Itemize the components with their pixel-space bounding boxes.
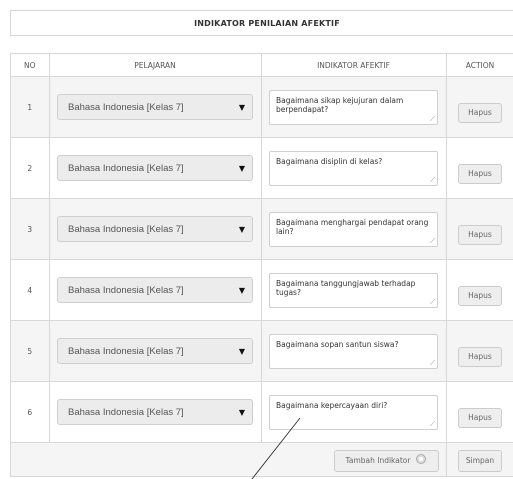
indikator-textarea[interactable]: Bagaimana sopan santun siswa? ⟋ (269, 333, 438, 369)
column-header-indikator: INDIKATOR AFEKTIF (261, 54, 447, 77)
resize-grip-icon[interactable]: ⟋ (430, 176, 435, 184)
pelajaran-cell: Bahasa Indonesia [Kelas 7] ▼ (49, 381, 262, 443)
pelajaran-select-value: Bahasa Indonesia [Kelas 7] (68, 284, 184, 296)
indikator-text: Bagaimana disiplin di kelas? (276, 156, 383, 166)
triangle-down-icon: ▼ (238, 285, 245, 295)
indikator-textarea[interactable]: Bagaimana sikap kejujuran dalam berpenda… (269, 89, 438, 125)
footer-cell: Tambah Indikator (11, 442, 447, 477)
table-row: 1 Bahasa Indonesia [Kelas 7] ▼ Bagaimana… (11, 76, 513, 138)
indikator-cell: Bagaimana tanggungjawab terhadap tugas? … (261, 259, 447, 321)
triangle-down-icon: ▼ (238, 163, 245, 173)
indikator-text: Bagaimana sopan santun siswa? (276, 339, 399, 349)
resize-grip-icon[interactable]: ⟋ (430, 237, 435, 245)
indikator-cell: Bagaimana disiplin di kelas? ⟋ (261, 137, 447, 199)
resize-grip-icon[interactable]: ⟋ (430, 359, 435, 367)
hapus-button[interactable]: Hapus (458, 224, 502, 245)
pelajaran-select-value: Bahasa Indonesia [Kelas 7] (68, 406, 184, 418)
action-cell: Hapus (446, 259, 513, 321)
plus-circle-icon (416, 453, 427, 464)
triangle-down-icon: ▼ (238, 346, 245, 356)
pelajaran-select[interactable]: Bahasa Indonesia [Kelas 7] ▼ (57, 277, 253, 303)
footer-action-cell: Simpan (446, 442, 513, 477)
hapus-button[interactable]: Hapus (458, 407, 502, 428)
pelajaran-select-value: Bahasa Indonesia [Kelas 7] (68, 345, 184, 357)
pelajaran-select-value: Bahasa Indonesia [Kelas 7] (68, 223, 184, 235)
hapus-button[interactable]: Hapus (458, 346, 502, 367)
table-row: 3 Bahasa Indonesia [Kelas 7] ▼ Bagaimana… (11, 198, 513, 260)
indikator-text: Bagaimana kepercayaan diri? (276, 400, 388, 410)
table-row: 4 Bahasa Indonesia [Kelas 7] ▼ Bagaimana… (11, 259, 513, 321)
row-number: 3 (11, 198, 50, 260)
pelajaran-select-value: Bahasa Indonesia [Kelas 7] (68, 101, 184, 113)
indikator-cell: Bagaimana kepercayaan diri? ⟋ (261, 381, 447, 443)
indikator-cell: Bagaimana sikap kejujuran dalam berpenda… (261, 76, 447, 138)
triangle-down-icon: ▼ (238, 224, 245, 234)
indikator-cell: Bagaimana menghargai pendapat orang lain… (261, 198, 447, 260)
row-number: 6 (11, 381, 50, 443)
resize-grip-icon[interactable]: ⟋ (430, 420, 435, 428)
pelajaran-select[interactable]: Bahasa Indonesia [Kelas 7] ▼ (57, 216, 253, 242)
hapus-button[interactable]: Hapus (458, 285, 502, 306)
indikator-text: Bagaimana tanggungjawab terhadap tugas? (276, 278, 416, 297)
indikator-textarea[interactable]: Bagaimana tanggungjawab terhadap tugas? … (269, 272, 438, 308)
indikator-textarea[interactable]: Bagaimana disiplin di kelas? ⟋ (269, 150, 438, 186)
pelajaran-cell: Bahasa Indonesia [Kelas 7] ▼ (49, 320, 262, 382)
indikator-text: Bagaimana sikap kejujuran dalam berpenda… (276, 95, 404, 114)
action-cell: Hapus (446, 76, 513, 138)
tambah-indikator-label: Tambah Indikator (345, 455, 411, 465)
table-footer-row: Tambah Indikator Simpan (11, 442, 513, 477)
column-header-action: ACTION (446, 54, 513, 77)
action-cell: Hapus (446, 137, 513, 199)
pelajaran-select[interactable]: Bahasa Indonesia [Kelas 7] ▼ (57, 155, 253, 181)
pelajaran-select[interactable]: Bahasa Indonesia [Kelas 7] ▼ (57, 94, 253, 120)
hapus-button[interactable]: Hapus (458, 163, 502, 184)
table-header-row: NO PELAJARAN INDIKATOR AFEKTIF ACTION (11, 54, 513, 77)
action-cell: Hapus (446, 320, 513, 382)
indikator-text: Bagaimana menghargai pendapat orang lain… (276, 217, 429, 236)
triangle-down-icon: ▼ (238, 407, 245, 417)
row-number: 4 (11, 259, 50, 321)
row-number: 1 (11, 76, 50, 138)
action-cell: Hapus (446, 381, 513, 443)
pelajaran-cell: Bahasa Indonesia [Kelas 7] ▼ (49, 198, 262, 260)
indikator-cell: Bagaimana sopan santun siswa? ⟋ (261, 320, 447, 382)
pelajaran-select[interactable]: Bahasa Indonesia [Kelas 7] ▼ (57, 338, 253, 364)
resize-grip-icon[interactable]: ⟋ (430, 298, 435, 306)
tambah-indikator-button[interactable]: Tambah Indikator (333, 449, 439, 472)
indikator-table: NO PELAJARAN INDIKATOR AFEKTIF ACTION 1 … (11, 54, 513, 477)
column-header-pelajaran: PELAJARAN (49, 54, 262, 77)
indikator-textarea[interactable]: Bagaimana kepercayaan diri? ⟋ (269, 394, 438, 430)
pelajaran-select-value: Bahasa Indonesia [Kelas 7] (68, 162, 184, 174)
column-header-no: NO (11, 54, 50, 77)
pelajaran-select[interactable]: Bahasa Indonesia [Kelas 7] ▼ (57, 399, 253, 425)
pelajaran-cell: Bahasa Indonesia [Kelas 7] ▼ (49, 137, 262, 199)
pelajaran-cell: Bahasa Indonesia [Kelas 7] ▼ (49, 76, 262, 138)
table-row: 5 Bahasa Indonesia [Kelas 7] ▼ Bagaimana… (11, 320, 513, 382)
row-number: 2 (11, 137, 50, 199)
pelajaran-cell: Bahasa Indonesia [Kelas 7] ▼ (49, 259, 262, 321)
action-cell: Hapus (446, 198, 513, 260)
indikator-table-wrapper: NO PELAJARAN INDIKATOR AFEKTIF ACTION 1 … (10, 53, 513, 477)
table-row: 2 Bahasa Indonesia [Kelas 7] ▼ Bagaimana… (11, 137, 513, 199)
resize-grip-icon[interactable]: ⟋ (430, 115, 435, 123)
triangle-down-icon: ▼ (238, 102, 245, 112)
simpan-button[interactable]: Simpan (458, 449, 502, 472)
page-title: INDIKATOR PENILAIAN AFEKTIF (194, 18, 340, 28)
indikator-textarea[interactable]: Bagaimana menghargai pendapat orang lain… (269, 211, 438, 247)
hapus-button[interactable]: Hapus (458, 102, 502, 123)
row-number: 5 (11, 320, 50, 382)
page-header: INDIKATOR PENILAIAN AFEKTIF (10, 10, 513, 36)
table-row: 6 Bahasa Indonesia [Kelas 7] ▼ Bagaimana… (11, 381, 513, 443)
